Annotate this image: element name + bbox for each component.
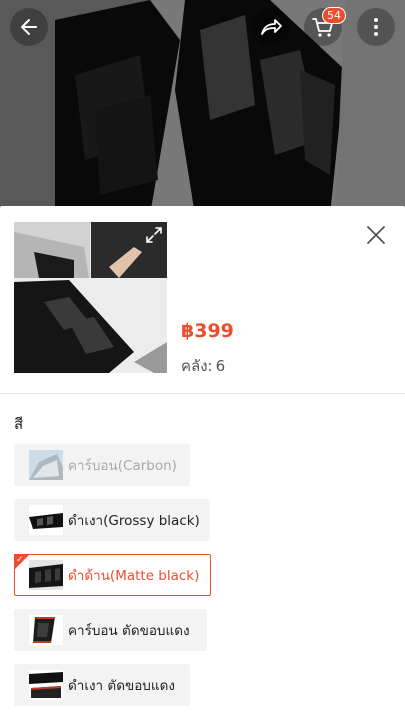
cart-count-badge: 54 xyxy=(322,7,346,24)
variant-thumbnail xyxy=(29,615,63,645)
variant-option-carbon-red-trim[interactable]: คาร์บอน ตัดขอบแดง xyxy=(14,609,207,651)
variant-thumbnail xyxy=(29,450,63,480)
share-button[interactable] xyxy=(252,8,290,46)
variant-thumbnail xyxy=(29,505,63,535)
variant-label: ดำเงา ตัดขอบแดง xyxy=(68,678,175,694)
variant-label: ดำเงา(Grossy black) xyxy=(68,513,200,529)
stock-value: 6 xyxy=(215,357,226,375)
divider xyxy=(0,393,405,394)
expand-icon[interactable] xyxy=(145,226,163,244)
color-section-label: สี xyxy=(14,415,24,433)
stock-label: คลัง: xyxy=(181,357,213,375)
more-options-button[interactable] xyxy=(357,8,395,46)
cart-button[interactable]: 54 xyxy=(304,7,346,46)
variant-thumbnail xyxy=(29,560,63,590)
variant-option-glossy-black-red-trim[interactable]: ดำเงา ตัดขอบแดง xyxy=(14,664,190,706)
variant-label: ดำด้าน(Matte black) xyxy=(68,568,200,584)
checkmark-icon: ✓ xyxy=(16,555,24,565)
back-arrow-icon xyxy=(21,19,37,35)
price: ฿399 xyxy=(181,320,234,342)
back-button[interactable] xyxy=(10,8,48,46)
more-vertical-icon xyxy=(374,18,378,36)
selected-variant-image[interactable] xyxy=(14,222,167,373)
variant-label: คาร์บอน ตัดขอบแดง xyxy=(68,623,190,639)
variant-selection-sheet: ฿399 คลัง: 6 สี คาร์บอน(Carbon) ดำเงา(Gro… xyxy=(0,206,405,720)
variant-option-matte-black[interactable]: ✓ ดำด้าน(Matte black) xyxy=(14,554,211,596)
variant-option-carbon[interactable]: คาร์บอน(Carbon) xyxy=(14,444,190,486)
variant-thumbnail xyxy=(29,670,63,700)
product-image-background xyxy=(0,0,405,215)
variant-label: คาร์บอน(Carbon) xyxy=(68,458,177,474)
share-icon xyxy=(261,19,282,35)
variant-option-glossy-black[interactable]: ดำเงา(Grossy black) xyxy=(14,499,210,541)
close-icon[interactable] xyxy=(363,222,389,248)
stock-info: คลัง: 6 xyxy=(181,354,225,378)
